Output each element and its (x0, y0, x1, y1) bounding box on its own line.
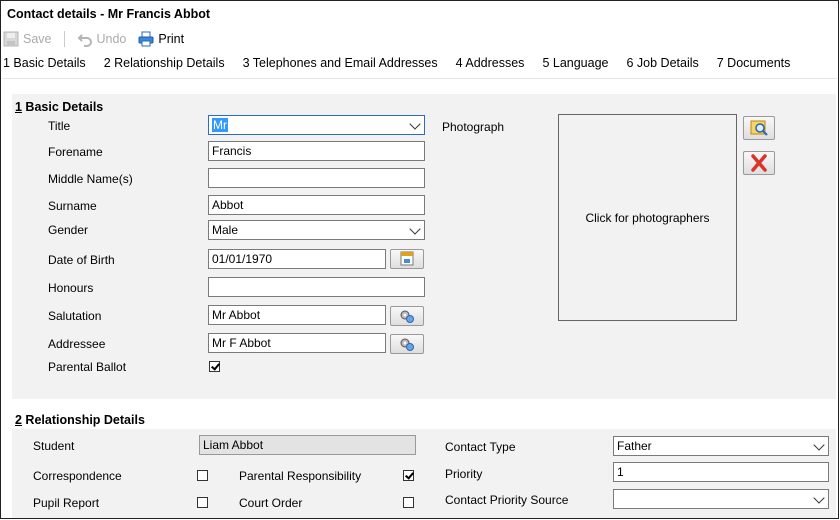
tab-addresses[interactable]: 4 Addresses (456, 56, 525, 70)
contact-priority-source-label: Contact Priority Source (445, 493, 569, 507)
gender-label: Gender (48, 223, 89, 237)
forename-field[interactable]: Francis (208, 141, 425, 161)
dob-field[interactable]: 01/01/1970 (208, 249, 386, 269)
window-title: Contact details - Mr Francis Abbot (7, 7, 211, 21)
priority-label: Priority (445, 467, 483, 481)
printer-icon (138, 31, 154, 47)
calendar-icon (400, 251, 414, 266)
tab-basic-details[interactable]: 1 Basic Details (3, 56, 86, 70)
title-select[interactable]: Mr (208, 115, 425, 135)
tab-job-details[interactable]: 6 Job Details (626, 56, 698, 70)
contact-type-select[interactable]: Father (613, 436, 829, 456)
toolbar-divider (63, 31, 65, 47)
gender-value: Male (212, 223, 239, 237)
title-label: Title (48, 119, 71, 133)
tab-telephones-email[interactable]: 3 Telephones and Email Addresses (243, 56, 438, 70)
chevron-down-icon (813, 439, 825, 451)
section-number: 1 (15, 100, 22, 114)
pupil-report-checkbox[interactable] (197, 497, 208, 508)
browse-photo-button[interactable] (743, 116, 775, 140)
date-picker-button[interactable] (390, 249, 424, 269)
surname-label: Surname (48, 199, 97, 213)
gender-select[interactable]: Male (208, 220, 425, 240)
print-label: Print (158, 32, 185, 46)
middle-name-label: Middle Name(s) (48, 172, 133, 186)
salutation-label: Salutation (48, 309, 102, 323)
parental-responsibility-label: Parental Responsibility (239, 469, 362, 483)
save-icon (3, 31, 19, 47)
chevron-down-icon (409, 223, 421, 235)
student-field: Liam Abbot (199, 435, 416, 455)
basic-details-heading: 1 Basic Details (15, 100, 103, 114)
correspondence-checkbox[interactable] (197, 470, 208, 481)
section-title: Basic Details (21, 100, 104, 114)
contact-priority-source-select[interactable] (613, 489, 829, 509)
undo-button[interactable]: Undo (77, 31, 127, 47)
salutation-field[interactable]: Mr Abbot (208, 305, 386, 325)
save-button[interactable]: Save (3, 31, 52, 47)
addressee-field[interactable]: Mr F Abbot (208, 333, 386, 353)
addressee-generate-button[interactable] (390, 334, 424, 354)
court-order-checkbox[interactable] (403, 497, 414, 508)
section-number: 2 (15, 413, 22, 427)
student-label: Student (33, 439, 75, 453)
salutation-generate-button[interactable] (390, 306, 424, 326)
tab-documents[interactable]: 7 Documents (717, 56, 791, 70)
tab-bar: 1 Basic Details 2 Relationship Details 3… (3, 56, 790, 70)
parental-ballot-label: Parental Ballot (48, 360, 127, 374)
undo-icon (77, 34, 92, 47)
relationship-details-heading: 2 Relationship Details (15, 413, 145, 427)
section-title: Relationship Details (21, 413, 145, 427)
court-order-label: Court Order (239, 496, 303, 510)
honours-field[interactable] (208, 277, 425, 297)
search-photo-icon (750, 120, 768, 136)
remove-photo-button[interactable] (743, 151, 775, 175)
parental-responsibility-checkbox[interactable] (403, 470, 414, 481)
toolbar: Save Undo Print (3, 31, 184, 47)
correspondence-label: Correspondence (33, 469, 122, 483)
print-button[interactable]: Print (138, 31, 184, 47)
photograph-placeholder-text: Click for photographers (585, 210, 710, 225)
middle-name-field[interactable] (208, 168, 425, 188)
tab-language[interactable]: 5 Language (542, 56, 608, 70)
forename-label: Forename (48, 145, 103, 159)
tab-relationship-details[interactable]: 2 Relationship Details (104, 56, 225, 70)
chevron-down-icon (813, 492, 825, 504)
photograph-area[interactable]: Click for photographers (558, 114, 737, 321)
contact-details-window: Contact details - Mr Francis Abbot Save … (0, 0, 839, 519)
pupil-report-label: Pupil Report (33, 496, 100, 510)
gears-icon (400, 310, 414, 323)
priority-field[interactable]: 1 (613, 462, 829, 482)
chevron-down-icon (409, 118, 421, 130)
honours-label: Honours (48, 281, 94, 295)
addressee-label: Addressee (48, 337, 106, 351)
gears-icon (400, 338, 414, 351)
contact-type-value: Father (617, 439, 652, 453)
close-icon (751, 154, 767, 172)
parental-ballot-checkbox[interactable] (209, 361, 220, 372)
save-label: Save (23, 32, 52, 46)
surname-field[interactable]: Abbot (208, 195, 425, 215)
undo-label: Undo (96, 32, 127, 46)
title-value: Mr (212, 118, 228, 132)
photograph-label: Photograph (442, 120, 505, 134)
contact-type-label: Contact Type (445, 440, 516, 454)
dob-label: Date of Birth (48, 253, 115, 267)
tab-divider (2, 78, 837, 79)
